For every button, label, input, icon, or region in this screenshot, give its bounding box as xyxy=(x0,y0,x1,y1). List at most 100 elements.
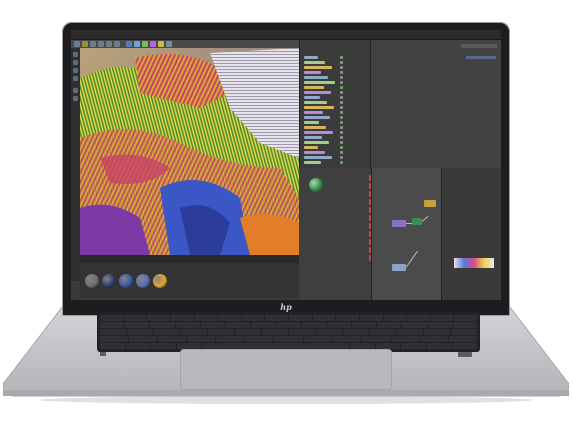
object-row[interactable] xyxy=(304,56,318,59)
object-visibility-dot[interactable] xyxy=(340,96,343,99)
object-row[interactable] xyxy=(304,156,332,159)
gradient-preview[interactable] xyxy=(454,258,494,268)
object-row[interactable] xyxy=(304,141,329,144)
object-visibility-dot[interactable] xyxy=(340,156,343,159)
keyboard-key xyxy=(352,322,377,328)
object-visibility-dot[interactable] xyxy=(340,116,343,119)
object-row[interactable] xyxy=(304,71,321,74)
object-row[interactable] xyxy=(304,121,319,124)
object-visibility-dot[interactable] xyxy=(340,146,343,149)
polygons-mode-icon[interactable] xyxy=(73,76,78,81)
object-row[interactable] xyxy=(304,116,330,119)
viewport-render[interactable] xyxy=(80,48,299,255)
keyboard-key xyxy=(218,315,241,321)
object-row[interactable] xyxy=(304,151,325,154)
node-link-3 xyxy=(405,250,418,268)
object-visibility-dot[interactable] xyxy=(340,126,343,129)
main-toolbar[interactable] xyxy=(71,40,299,48)
object-manager[interactable] xyxy=(299,40,370,168)
render-settings-icon[interactable] xyxy=(114,41,120,47)
timeline[interactable] xyxy=(80,255,299,263)
object-row[interactable] xyxy=(304,106,334,109)
node-attributes-panel[interactable] xyxy=(441,168,501,300)
object-row[interactable] xyxy=(304,81,335,84)
material-swatch-5[interactable] xyxy=(153,274,167,288)
keyboard-key xyxy=(100,315,123,321)
cube-icon[interactable] xyxy=(126,41,132,47)
object-row[interactable] xyxy=(304,131,333,134)
node-editor[interactable] xyxy=(371,168,442,300)
object-visibility-dot[interactable] xyxy=(340,71,343,74)
keyboard-key xyxy=(452,343,477,349)
material-swatch-3[interactable] xyxy=(119,274,133,288)
node-3[interactable] xyxy=(424,200,436,207)
keyboard-key xyxy=(419,336,448,342)
points-mode-icon[interactable] xyxy=(73,60,78,65)
deformer-icon[interactable] xyxy=(150,41,156,47)
select-icon[interactable] xyxy=(73,52,78,57)
object-row[interactable] xyxy=(304,86,324,89)
menu-bar[interactable] xyxy=(71,30,501,40)
object-row[interactable] xyxy=(304,66,332,69)
attributes-field[interactable] xyxy=(466,56,496,59)
node-link-2 xyxy=(421,215,429,222)
keyboard-key xyxy=(241,315,265,321)
scale-tool-icon[interactable] xyxy=(90,41,96,47)
object-visibility-dot[interactable] xyxy=(340,61,343,64)
keyboard-key xyxy=(200,322,226,328)
object-row[interactable] xyxy=(304,161,321,164)
material-manager[interactable] xyxy=(80,263,299,298)
object-visibility-dot[interactable] xyxy=(340,86,343,89)
render-icon[interactable] xyxy=(106,41,112,47)
object-visibility-dot[interactable] xyxy=(340,106,343,109)
rotate-tool-icon[interactable] xyxy=(98,41,104,47)
object-visibility-dot[interactable] xyxy=(340,81,343,84)
left-tool-strip[interactable] xyxy=(71,48,80,281)
light-icon[interactable] xyxy=(158,41,164,47)
material-swatch-4[interactable] xyxy=(136,274,150,288)
material-swatch-2[interactable] xyxy=(102,274,116,288)
node-4[interactable] xyxy=(392,264,406,271)
object-visibility-dot[interactable] xyxy=(340,141,343,144)
object-row[interactable] xyxy=(304,96,320,99)
object-row[interactable] xyxy=(304,146,318,149)
object-visibility-dot[interactable] xyxy=(340,161,343,164)
object-visibility-dot[interactable] xyxy=(340,56,343,59)
object-row[interactable] xyxy=(304,101,327,104)
snap-icon[interactable] xyxy=(73,88,78,93)
generator-icon[interactable] xyxy=(142,41,148,47)
object-row[interactable] xyxy=(304,61,325,64)
object-visibility-dot[interactable] xyxy=(340,136,343,139)
node-1[interactable] xyxy=(392,220,406,227)
object-row[interactable] xyxy=(304,111,323,114)
material-list[interactable] xyxy=(299,168,371,300)
move-tool-icon[interactable] xyxy=(82,41,88,47)
object-visibility-dot[interactable] xyxy=(340,121,343,124)
edges-mode-icon[interactable] xyxy=(73,68,78,73)
keyboard-key xyxy=(427,322,452,328)
node-2[interactable] xyxy=(412,218,422,225)
keyboard-key xyxy=(426,343,452,349)
undo-icon[interactable] xyxy=(74,41,80,47)
object-row[interactable] xyxy=(304,136,322,139)
keyboard-key xyxy=(401,343,426,349)
object-visibility-dot[interactable] xyxy=(340,76,343,79)
object-visibility-dot[interactable] xyxy=(340,151,343,154)
object-visibility-dot[interactable] xyxy=(340,91,343,94)
node-link-1 xyxy=(406,223,412,224)
object-visibility-dot[interactable] xyxy=(340,111,343,114)
material-swatch-1[interactable] xyxy=(85,274,99,288)
object-row[interactable] xyxy=(304,76,328,79)
keyboard-key xyxy=(226,322,251,328)
object-row[interactable] xyxy=(304,91,331,94)
object-visibility-dot[interactable] xyxy=(340,131,343,134)
keyboard-key xyxy=(326,322,352,328)
camera-icon[interactable] xyxy=(166,41,172,47)
object-visibility-dot[interactable] xyxy=(340,66,343,69)
attributes-panel[interactable] xyxy=(370,40,501,168)
attributes-mode-tabs[interactable] xyxy=(461,44,497,48)
spline-icon[interactable] xyxy=(134,41,140,47)
object-row[interactable] xyxy=(304,126,326,129)
workplane-icon[interactable] xyxy=(73,96,78,101)
object-visibility-dot[interactable] xyxy=(340,101,343,104)
